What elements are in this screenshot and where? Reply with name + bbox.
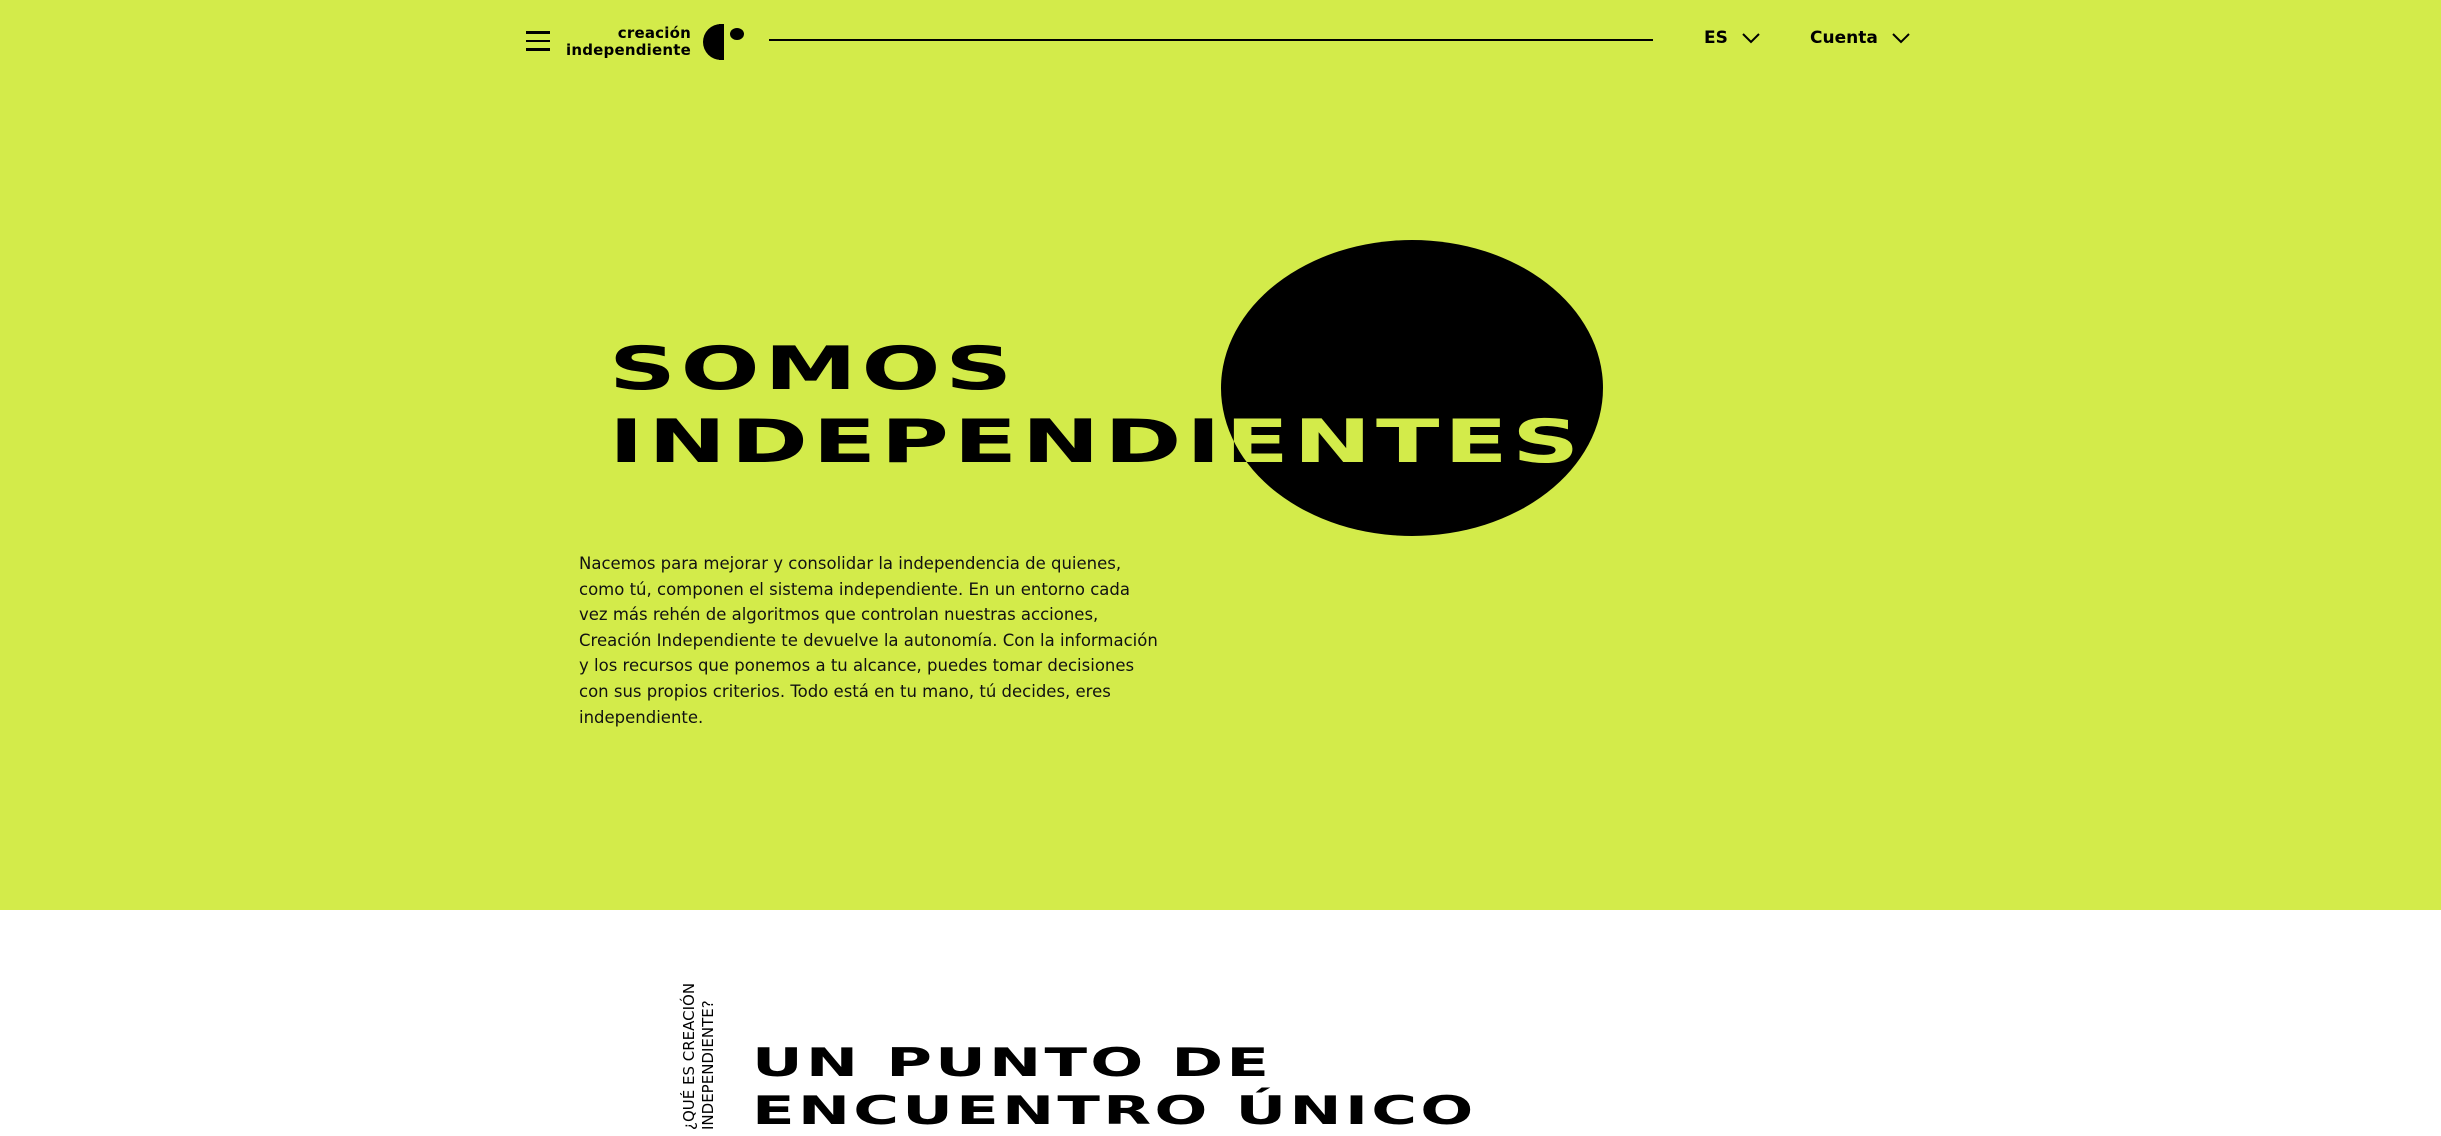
logo-mark-icon (703, 24, 744, 60)
section-title: UN PUNTO DE ENCUENTRO ÚNICO (752, 1040, 1477, 1136)
logo-line-2: independiente (566, 41, 691, 59)
site-logo[interactable]: creación independiente (566, 22, 747, 62)
language-label: ES (1704, 28, 1728, 48)
section-side-label-line-1: ¿QUÉ ES CREACIÓN (680, 982, 698, 1130)
hero-section: creación independiente ES Cuenta SOMOS I… (0, 0, 2441, 910)
hero-title-line-2: INDEPENDIENTES (609, 407, 1584, 477)
logo-line-1: creación (617, 24, 691, 42)
chevron-down-icon (1742, 32, 1760, 43)
language-dropdown[interactable]: ES (1704, 28, 1760, 48)
logo-wordmark: creación independiente (566, 25, 691, 59)
account-label: Cuenta (1810, 28, 1878, 48)
hero-title-line-1: SOMOS (609, 334, 1017, 404)
section-side-label-line-2: INDEPENDIENTE? (699, 1000, 717, 1130)
section-title-line-1: UN PUNTO DE (752, 1041, 1273, 1086)
chevron-down-icon (1892, 32, 1910, 43)
hero-title: SOMOS INDEPENDIENTES (609, 333, 1584, 479)
header-divider (769, 39, 1653, 41)
section-side-label: ¿QUÉ ES CREACIÓN INDEPENDIENTE? (680, 983, 718, 1130)
hamburger-menu-icon[interactable] (526, 31, 550, 51)
section-title-line-2: ENCUENTRO ÚNICO (752, 1089, 1477, 1134)
hero-description: Nacemos para mejorar y consolidar la ind… (579, 554, 1158, 727)
account-dropdown[interactable]: Cuenta (1810, 28, 1910, 48)
